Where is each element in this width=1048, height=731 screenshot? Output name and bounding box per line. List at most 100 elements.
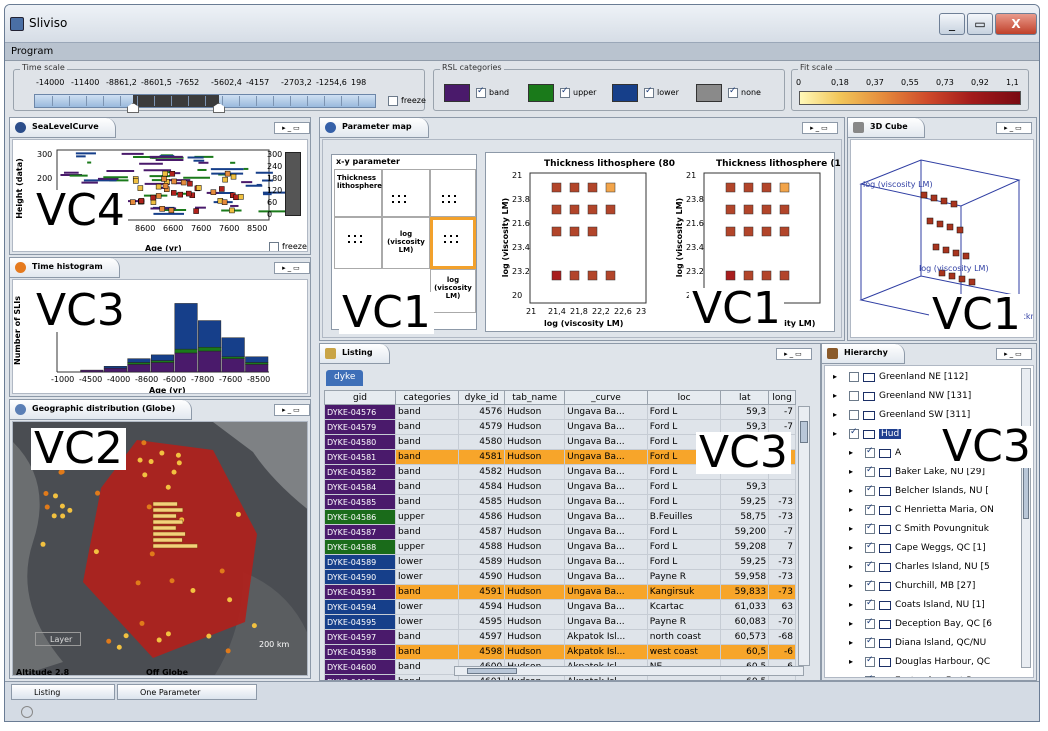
cell-tab[interactable]: Hudson — [504, 539, 566, 555]
cell-gid[interactable]: DYKE-04584 — [323, 479, 397, 495]
cell-tab[interactable]: Hudson — [504, 434, 566, 450]
cell-long[interactable]: -6 — [768, 644, 796, 660]
cell-curve[interactable]: Ungava Ba... — [564, 479, 648, 495]
panel-controls[interactable]: ▸_▭ — [802, 122, 838, 134]
expand-toggle-icon[interactable]: ▸ — [833, 391, 837, 400]
minimize-button[interactable]: _ — [939, 13, 965, 35]
height-slider[interactable] — [285, 152, 301, 216]
cell-tab[interactable]: Hudson — [504, 524, 566, 540]
expand-toggle-icon[interactable]: ▸ — [849, 543, 853, 552]
cell-long[interactable]: -70 — [768, 614, 796, 630]
column-header-gid[interactable]: gid — [323, 390, 397, 405]
status-tab-listing[interactable]: Listing — [11, 684, 115, 700]
cell-gid[interactable]: DYKE-04597 — [323, 629, 397, 645]
tree-checkbox[interactable] — [865, 598, 875, 610]
cell-long[interactable]: -73 — [768, 584, 796, 600]
tree-checkbox[interactable] — [865, 560, 875, 572]
cell-loc[interactable]: Payne R — [646, 569, 722, 585]
table-row[interactable]: DYKE-04585 band 4585 Hudson Ungava Ba... Ford… — [323, 494, 796, 510]
cell-curve[interactable]: Ungava Ba... — [564, 419, 648, 435]
cell-curve[interactable]: Ungava Ba... — [564, 539, 648, 555]
rsl-checkbox-upper[interactable] — [560, 86, 570, 98]
panel-controls[interactable]: ▸_▭ — [274, 122, 310, 134]
cell-curve[interactable]: Akpatok Isl... — [564, 629, 648, 645]
cell-cat[interactable]: lower — [395, 554, 460, 570]
column-header-categories[interactable]: categories — [395, 390, 460, 405]
cell-long[interactable]: 63 — [768, 599, 796, 615]
cell-tab[interactable]: Hudson — [504, 464, 566, 480]
cell-id[interactable]: 4594 — [458, 599, 506, 615]
cell-loc[interactable]: west coast — [646, 644, 722, 660]
cell-gid[interactable]: DYKE-04581 — [323, 449, 397, 465]
panel-controls[interactable]: ▸_▭ — [996, 122, 1032, 134]
globe-tab[interactable]: Geographic distribution (Globe) — [10, 400, 193, 420]
status-tab-one-parameter[interactable]: One Parameter — [117, 684, 257, 700]
expand-toggle-icon[interactable]: ▸ — [849, 505, 853, 514]
hierarchy-tab[interactable]: Hierarchy — [822, 344, 905, 364]
cell-loc[interactable]: Ford L — [646, 479, 722, 495]
cell-cat[interactable]: lower — [395, 599, 460, 615]
rsl-swatch-none[interactable] — [696, 84, 722, 102]
tree-item[interactable]: ▸ Diana Island, QC/NU — [825, 634, 1033, 654]
tree-item[interactable]: ▸ Churchill, MB [27] — [825, 577, 1033, 597]
cell-long[interactable]: -7 — [768, 404, 796, 420]
table-row[interactable]: DYKE-04589 lower 4589 Hudson Ungava Ba... For… — [323, 554, 796, 570]
tree-checkbox[interactable] — [865, 636, 875, 648]
cell-id[interactable]: 4582 — [458, 464, 506, 480]
expand-toggle-icon[interactable]: ▸ — [849, 619, 853, 628]
table-row[interactable]: DYKE-04584 band 4584 Hudson Ungava Ba... Ford… — [323, 479, 796, 495]
cell-lat[interactable]: 59,25 — [720, 554, 770, 570]
cell-loc[interactable]: Kcartac — [646, 599, 722, 615]
table-row[interactable]: DYKE-04587 band 4587 Hudson Ungava Ba... Ford… — [323, 524, 796, 540]
tree-checkbox[interactable] — [849, 410, 859, 420]
dyke-subtab[interactable]: dyke — [326, 370, 364, 386]
cell-tab[interactable]: Hudson — [504, 614, 566, 630]
expand-toggle-icon[interactable]: ▸ — [849, 600, 853, 609]
cell-cat[interactable]: band — [395, 449, 460, 465]
panel-controls[interactable]: ▸_▭ — [996, 348, 1032, 360]
cell-gid[interactable]: DYKE-04598 — [323, 644, 397, 660]
cell-id[interactable]: 4590 — [458, 569, 506, 585]
cell-id[interactable]: 4595 — [458, 614, 506, 630]
cell-cat[interactable]: band — [395, 629, 460, 645]
cell-tab[interactable]: Hudson — [504, 509, 566, 525]
cell-curve[interactable]: Ungava Ba... — [564, 614, 648, 630]
tree-checkbox[interactable] — [865, 465, 875, 477]
tree-item[interactable]: ▸ C Smith Povungnituk — [825, 520, 1033, 540]
tree-item[interactable]: ▸ C Henrietta Maria, ON — [825, 501, 1033, 521]
column-header-curve[interactable]: _curve — [564, 390, 648, 405]
tree-checkbox[interactable] — [865, 674, 875, 677]
table-row[interactable]: DYKE-04594 lower 4594 Hudson Ungava Ba... Kca… — [323, 599, 796, 615]
tree-checkbox[interactable] — [865, 446, 875, 458]
cell-id[interactable]: 4579 — [458, 419, 506, 435]
expand-toggle-icon[interactable]: ▸ — [849, 676, 853, 677]
cell-tab[interactable]: Hudson — [504, 554, 566, 570]
matrix-cell[interactable] — [334, 217, 382, 269]
cell-cat[interactable]: band — [395, 479, 460, 495]
matrix-cell[interactable] — [430, 169, 476, 217]
tree-item[interactable]: ▸ Douglas Harbour, QC — [825, 653, 1033, 673]
tree-item[interactable]: ▸ Belcher Islands, NU [ — [825, 482, 1033, 502]
cell-id[interactable]: 4581 — [458, 449, 506, 465]
cell-curve[interactable]: Ungava Ba... — [564, 449, 648, 465]
cell-curve[interactable]: Ungava Ba... — [564, 404, 648, 420]
tree-item[interactable]: ▸ Deception Bay, QC [6 — [825, 615, 1033, 635]
listing-horizontal-scrollbar[interactable] — [454, 666, 804, 676]
cell-loc[interactable]: north coast — [646, 629, 722, 645]
table-row[interactable]: DYKE-04597 band 4597 Hudson Akpatok Isl... no… — [323, 629, 796, 645]
expand-toggle-icon[interactable]: ▸ — [849, 657, 853, 666]
cell-lat[interactable]: 59,208 — [720, 539, 770, 555]
cell-id[interactable]: 4584 — [458, 479, 506, 495]
cell-long[interactable]: -73 — [768, 509, 796, 525]
tree-item[interactable]: ▸ Coats Island, NU [1] — [825, 596, 1033, 616]
cell-cat[interactable]: band — [395, 584, 460, 600]
cell-tab[interactable]: Hudson — [504, 584, 566, 600]
expand-toggle-icon[interactable]: ▸ — [849, 638, 853, 647]
cell-curve[interactable]: Akpatok Isl... — [564, 644, 648, 660]
cell-gid[interactable]: DYKE-04595 — [323, 614, 397, 630]
cell-lat[interactable]: 61,033 — [720, 599, 770, 615]
cell-gid[interactable]: DYKE-04576 — [323, 404, 397, 420]
tree-checkbox[interactable] — [865, 484, 875, 496]
panel-controls[interactable]: ▸_▭ — [776, 348, 812, 360]
cell-gid[interactable]: DYKE-04587 — [323, 524, 397, 540]
